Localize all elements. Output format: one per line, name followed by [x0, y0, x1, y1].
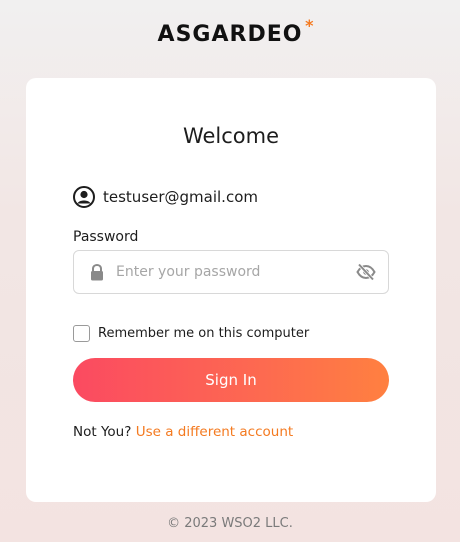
- lock-icon: [91, 264, 103, 281]
- not-you-row: Not You? Use a different account: [73, 424, 293, 440]
- not-you-text: Not You?: [73, 424, 132, 440]
- login-card: Welcome testuser@gmail.com Password Reme…: [26, 78, 436, 502]
- brand-logo: ASGARDEO *: [0, 16, 460, 47]
- remember-me-checkbox[interactable]: [73, 325, 90, 342]
- brand-star-icon: *: [305, 16, 315, 35]
- remember-me: Remember me on this computer: [73, 325, 309, 342]
- footer-copyright: © 2023 WSO2 LLC.: [167, 516, 293, 531]
- password-field: [73, 250, 389, 294]
- brand-name: ASGARDEO *: [157, 16, 314, 47]
- user-avatar-icon: [73, 186, 95, 208]
- sign-in-button[interactable]: Sign In: [73, 358, 389, 402]
- page-title: Welcome: [182, 124, 280, 148]
- user-email: testuser@gmail.com: [103, 188, 258, 206]
- password-input[interactable]: [116, 251, 346, 293]
- eye-off-icon[interactable]: [356, 263, 376, 281]
- remember-me-label[interactable]: Remember me on this computer: [98, 326, 309, 341]
- use-different-account-link[interactable]: Use a different account: [136, 424, 294, 440]
- brand-name-text: ASGARDEO: [157, 22, 303, 47]
- user-identity: testuser@gmail.com: [73, 185, 258, 209]
- password-label: Password: [73, 229, 139, 245]
